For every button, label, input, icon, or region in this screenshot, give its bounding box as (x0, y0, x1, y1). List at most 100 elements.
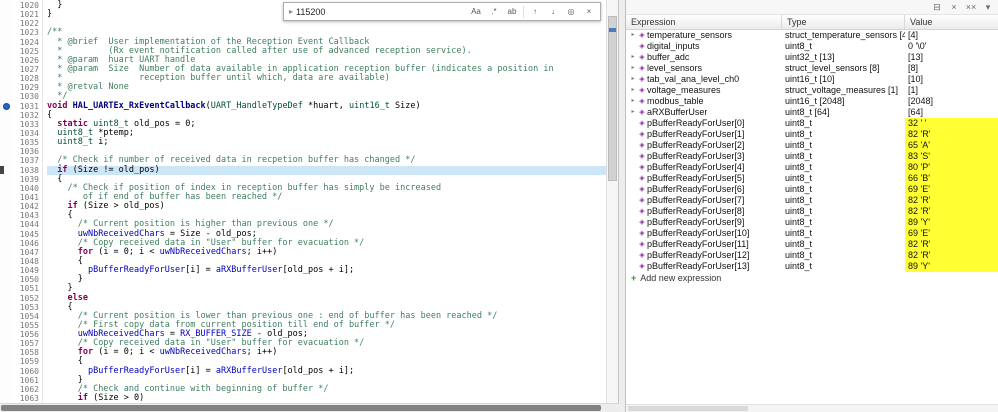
add-expression-row[interactable]: + Add new expression (626, 272, 998, 284)
expression-row[interactable]: ▸ ◈ modbus_table uint16_t [2048] [2048] (626, 96, 998, 107)
expression-row[interactable]: ◈ pBufferReadyForUser[6] uint8_t 69 'E' (626, 184, 998, 195)
code-line[interactable]: } (47, 284, 606, 293)
expression-row[interactable]: ◈ pBufferReadyForUser[3] uint8_t 83 'S' (626, 151, 998, 162)
code-line[interactable]: if (Size > old_pos) (47, 202, 606, 211)
expression-icon: ◈ (639, 65, 645, 72)
expression-cell: ◈ pBufferReadyForUser[11] (626, 239, 782, 250)
code-line[interactable]: if (Size != old_pos) (47, 165, 606, 175)
code-token: uwNbReceivedChars (159, 246, 247, 257)
expression-row[interactable]: ◈ pBufferReadyForUser[8] uint8_t 82 'R' (626, 206, 998, 217)
expression-row[interactable]: ▸ ◈ tab_val_ana_level_ch0 uint16_t [10] [10] (626, 74, 998, 85)
scrollbar-thumb[interactable] (1, 405, 601, 411)
expression-row[interactable]: ◈ digital_inputs uint8_t 0 '\0' (626, 41, 998, 52)
code-token: } (47, 9, 53, 20)
expression-row[interactable]: ▸ ◈ voltage_measures struct_voltage_measure… (626, 85, 998, 96)
breakpoint-icon[interactable] (3, 102, 10, 110)
code-line[interactable]: for (i = 0; i < uwNbReceivedChars; i++) (47, 348, 606, 357)
regex-button[interactable]: .* (486, 4, 502, 19)
remove-all-expressions-icon[interactable]: ×× (964, 1, 978, 13)
expander-icon[interactable]: ▸ (629, 52, 637, 63)
column-header-type[interactable]: Type (782, 15, 905, 29)
expression-row[interactable]: ◈ pBufferReadyForUser[11] uint8_t 82 'R' (626, 239, 998, 250)
expander-icon[interactable]: ▸ (629, 63, 637, 74)
code-line[interactable]: for (i = 0; i < uwNbReceivedChars; i++) (47, 246, 606, 257)
panel-horizontal-scrollbar[interactable] (626, 404, 998, 412)
expressions-table-header: Expression Type Value (626, 15, 998, 30)
expression-cell: ▸ ◈ modbus_table (626, 96, 782, 107)
expander-icon[interactable]: ▸ (629, 74, 637, 85)
expression-cell: ◈ pBufferReadyForUser[10] (626, 228, 782, 239)
expression-type: uint8_t (785, 162, 813, 172)
expression-icon: ◈ (639, 208, 645, 215)
line-number: 1039 (19, 174, 39, 184)
expression-row[interactable]: ◈ pBufferReadyForUser[12] uint8_t 82 'R' (626, 250, 998, 261)
match-case-button[interactable]: Aa (468, 4, 484, 19)
find-next-button[interactable]: ↓ (545, 4, 561, 19)
search-input[interactable] (296, 6, 467, 17)
expression-icon: ◈ (639, 131, 645, 138)
expression-icon: ◈ (639, 87, 645, 94)
expression-name: pBufferReadyForUser[2] (647, 140, 745, 150)
expression-icon: ◈ (639, 32, 645, 39)
remove-expression-icon[interactable]: × (947, 1, 961, 13)
code-line[interactable]: } (47, 275, 606, 284)
close-find-button[interactable]: × (581, 4, 597, 19)
highlight-all-button[interactable]: ◎ (563, 4, 579, 19)
code-line[interactable]: * reception buffer until which, data are… (47, 74, 606, 83)
expression-row[interactable]: ◈ pBufferReadyForUser[7] uint8_t 82 'R' (626, 195, 998, 206)
code-line[interactable]: * @retval None (47, 83, 606, 92)
code-area[interactable]: }}/** * @brief User implementation of th… (43, 0, 606, 403)
expression-row[interactable]: ◈ pBufferReadyForUser[5] uint8_t 66 'B' (626, 173, 998, 184)
code-line[interactable]: if (Size > 0) (47, 393, 606, 403)
code-line[interactable]: pBufferReadyForUser[i] = aRXBufferUser[o… (47, 366, 606, 376)
code-token: ; i++) (246, 347, 278, 358)
find-previous-button[interactable]: ↑ (527, 4, 543, 19)
line-number: 1060 (19, 366, 39, 376)
line-number: 1025 (19, 46, 39, 56)
line-number: 1063 (19, 394, 39, 404)
code-token: if (77, 393, 88, 403)
expression-value: 65 'A' (905, 140, 998, 151)
editor-horizontal-scrollbar[interactable] (0, 403, 619, 412)
expression-row[interactable]: ◈ pBufferReadyForUser[2] uint8_t 65 'A' (626, 140, 998, 151)
code-line[interactable]: uint8_t *ptemp; (47, 128, 606, 138)
collapse-all-icon[interactable]: ⊟ (930, 1, 944, 13)
expression-name: modbus_table (647, 96, 704, 106)
expander-icon[interactable]: ▸ (629, 107, 637, 118)
expression-row[interactable]: ◈ pBufferReadyForUser[0] uint8_t 32 ' ' (626, 118, 998, 129)
code-token: HAL_UARTEx_RxEventCallback (72, 100, 206, 111)
expression-type: struct_level_sensors [8] (785, 63, 880, 73)
expression-row[interactable]: ▸ ◈ level_sensors struct_level_sensors [8][… (626, 63, 998, 74)
line-number-gutter: 1020 1021 1022 1023 1024 1025 1026 1027 1028 1029… (13, 0, 43, 403)
expression-row[interactable]: ◈ pBufferReadyForUser[4] uint8_t 80 'P' (626, 162, 998, 173)
code-line[interactable]: pBufferReadyForUser[i] = aRXBufferUser[o… (47, 266, 606, 275)
whole-word-button[interactable]: ab (504, 4, 520, 19)
column-header-expression[interactable]: Expression (626, 15, 782, 29)
expander-icon[interactable]: ▸ (629, 30, 637, 41)
expander-icon[interactable]: ▸ (629, 96, 637, 107)
scrollbar-thumb[interactable] (608, 16, 617, 181)
expression-icon: ◈ (639, 98, 645, 105)
expander-icon[interactable]: ▸ (629, 85, 637, 96)
editor-vertical-scrollbar[interactable] (606, 0, 618, 403)
expression-cell: ◈ digital_inputs (626, 41, 782, 52)
column-header-value[interactable]: Value (905, 15, 998, 29)
expression-row[interactable]: ◈ pBufferReadyForUser[13] uint8_t 89 'Y' (626, 261, 998, 272)
code-line[interactable]: else (47, 293, 606, 303)
expression-row[interactable]: ▸ ◈ buffer_adc uint32_t [13] [13] (626, 52, 998, 63)
expression-name: pBufferReadyForUser[6] (647, 184, 745, 194)
code-token: ; i++) (246, 246, 278, 257)
expression-row[interactable]: ◈ pBufferReadyForUser[9] uint8_t 89 'Y' (626, 217, 998, 228)
breakpoint-margin[interactable] (0, 0, 13, 403)
expression-icon: ◈ (639, 153, 645, 160)
expression-value: [2048] (908, 96, 934, 106)
expression-row[interactable]: ◈ pBufferReadyForUser[10] uint8_t 69 'E' (626, 228, 998, 239)
expression-icon: ◈ (639, 186, 645, 193)
scrollbar-thumb[interactable] (628, 406, 748, 411)
expression-row[interactable]: ▸ ◈ aRXBufferUser uint8_t [64] [64] (626, 107, 998, 118)
code-line[interactable]: void HAL_UARTEx_RxEventCallback(UART_Han… (47, 100, 606, 111)
view-menu-icon[interactable]: ▾ (981, 1, 995, 13)
expression-row[interactable]: ◈ pBufferReadyForUser[1] uint8_t 82 'R' (626, 129, 998, 140)
code-line[interactable]: uint8_t i; (47, 138, 606, 147)
expression-row[interactable]: ▸ ◈ temperature_sensors struct_temperature_… (626, 30, 998, 41)
